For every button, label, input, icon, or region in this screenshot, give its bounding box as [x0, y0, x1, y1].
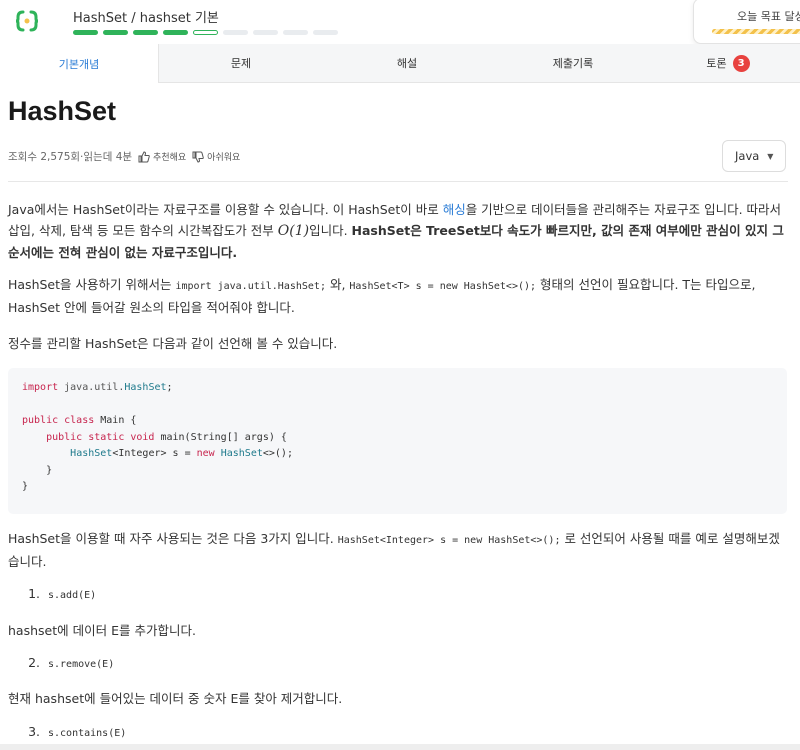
code-line: } [22, 479, 787, 496]
page-title: HashSet [8, 96, 117, 126]
list-item: 2. s.remove(E) [8, 655, 114, 670]
language-value: Java [735, 149, 760, 163]
code-token: Main { [94, 415, 137, 426]
progress-segment [133, 30, 158, 35]
top-header: HashSet / hashset 기본 오늘 목표 달성 [0, 0, 800, 44]
method-code: s.contains(E) [48, 728, 127, 739]
code-token: ; [166, 382, 173, 393]
lesson-progress [73, 30, 338, 35]
code-token: new [196, 448, 215, 459]
list-item: 3. s.contains(E) [8, 724, 126, 739]
methods-intro: HashSet을 이용할 때 자주 사용되는 것은 다음 3가지 입니다. Ha… [8, 528, 786, 572]
code-token: } [22, 464, 53, 476]
code-token: HashSet [220, 448, 263, 459]
text: HashSet을 사용하기 위해서는 [8, 277, 176, 292]
like-label: 추천해요 [153, 153, 187, 163]
progress-segment [163, 30, 188, 35]
tab-label: 문제 [230, 57, 252, 70]
usage-paragraph: HashSet을 사용하기 위해서는 import java.util.Hash… [8, 274, 786, 318]
hashing-link[interactable]: 해싱 [443, 202, 466, 217]
daily-goal-bar [712, 29, 800, 34]
code-line: HashSet<Integer> s = new HashSet<>(); [22, 446, 787, 463]
code-line: public static void main(String[] args) { [22, 430, 787, 447]
code-token: import [22, 382, 59, 393]
list-number: 2. [28, 655, 40, 670]
code-token: <Integer> s = [112, 448, 197, 459]
tab-submissions[interactable]: 제출기록 [490, 44, 656, 82]
article-body: Java에서는 HashSet이라는 자료구조를 이용할 수 있습니다. 이 H… [8, 199, 786, 354]
text: 와, [325, 277, 350, 292]
intro-paragraph: Java에서는 HashSet이라는 자료구조를 이용할 수 있습니다. 이 H… [8, 199, 786, 263]
code-token: public static void [22, 431, 155, 443]
text: 입니다. [309, 223, 352, 238]
code-token: <>(); [262, 448, 293, 459]
method-description: 현재 hashset에 들어있는 데이터 중 숫자 E를 찾아 제거합니다. [8, 691, 343, 706]
logo-icon[interactable] [12, 6, 42, 36]
tab-label: 제출기록 [552, 57, 594, 70]
code-token: java.util. [58, 382, 125, 393]
code-token: main(String[] args) { [154, 431, 287, 443]
progress-segment [223, 30, 248, 35]
tab-concept[interactable]: 기본개념 [0, 44, 159, 83]
tab-label: 해설 [396, 57, 418, 70]
code-line: public class Main { [22, 413, 787, 430]
code-line: } [22, 463, 787, 480]
progress-segment [103, 30, 128, 35]
method-code: s.remove(E) [48, 659, 115, 670]
code-token: HashSet [124, 382, 167, 393]
tab-label: 토론 [706, 57, 727, 70]
tab-discussion[interactable]: 토론 3 [656, 44, 800, 82]
code-block[interactable]: import java.util.HashSet; public class Ma… [8, 368, 787, 514]
breadcrumb: HashSet / hashset 기본 [73, 11, 219, 26]
language-select[interactable]: Java ▼ [722, 140, 786, 172]
progress-segment [73, 30, 98, 35]
method-code: s.add(E) [48, 590, 97, 601]
complexity-math: O(1) [277, 223, 310, 239]
code-token: HashSet [70, 448, 113, 459]
list-item: 1. s.add(E) [8, 586, 96, 601]
daily-goal-card[interactable]: 오늘 목표 달성 [693, 0, 800, 44]
progress-segment [253, 30, 278, 35]
inline-code: HashSet<T> s = new HashSet<>(); [349, 281, 537, 292]
divider [8, 181, 788, 182]
inline-code: import java.util.HashSet; [175, 281, 326, 292]
dislike-label: 아쉬워요 [207, 153, 241, 163]
method-description: hashset에 데이터 E를 추가합니다. [8, 623, 196, 638]
text: Java에서는 HashSet이라는 자료구조를 이용할 수 있습니다. 이 H… [8, 202, 443, 217]
inline-code: HashSet<Integer> s = new HashSet<>(); [337, 535, 561, 546]
progress-segment [283, 30, 308, 35]
example-intro: 정수를 관리할 HashSet은 다음과 같이 선언해 볼 수 있습니다. [8, 336, 338, 351]
horizontal-scrollbar[interactable] [0, 744, 800, 750]
tab-solution[interactable]: 해설 [324, 44, 490, 82]
code-token: public class [22, 415, 95, 426]
content-tabs: 기본개념 문제 해설 제출기록 토론 3 [0, 44, 800, 83]
progress-segment [193, 30, 218, 35]
thumbs-up-icon [138, 150, 150, 162]
tab-problem[interactable]: 문제 [158, 44, 324, 82]
view-count: 조회수 2,575회 [8, 151, 81, 163]
read-time: ·읽는데 4분 [80, 151, 133, 163]
chevron-down-icon: ▼ [767, 151, 774, 161]
list-number: 3. [28, 724, 40, 739]
thumbs-down-icon [192, 151, 204, 163]
text: HashSet을 이용할 때 자주 사용되는 것은 다음 3가지 입니다. [8, 531, 338, 546]
discussion-count-badge: 3 [732, 54, 750, 72]
code-token: } [22, 481, 29, 492]
daily-goal-label: 오늘 목표 달성 [737, 10, 800, 23]
list-number: 1. [28, 586, 40, 601]
progress-segment [313, 30, 338, 35]
tab-label: 기본개념 [58, 57, 100, 71]
dislike-button[interactable]: 아쉬워요 [192, 150, 240, 163]
code-line: import java.util.HashSet; [22, 380, 787, 397]
like-button[interactable]: 추천해요 [138, 150, 186, 163]
article-meta: 조회수 2,575회 ·읽는데 4분 추천해요 아쉬워요 [8, 149, 240, 164]
